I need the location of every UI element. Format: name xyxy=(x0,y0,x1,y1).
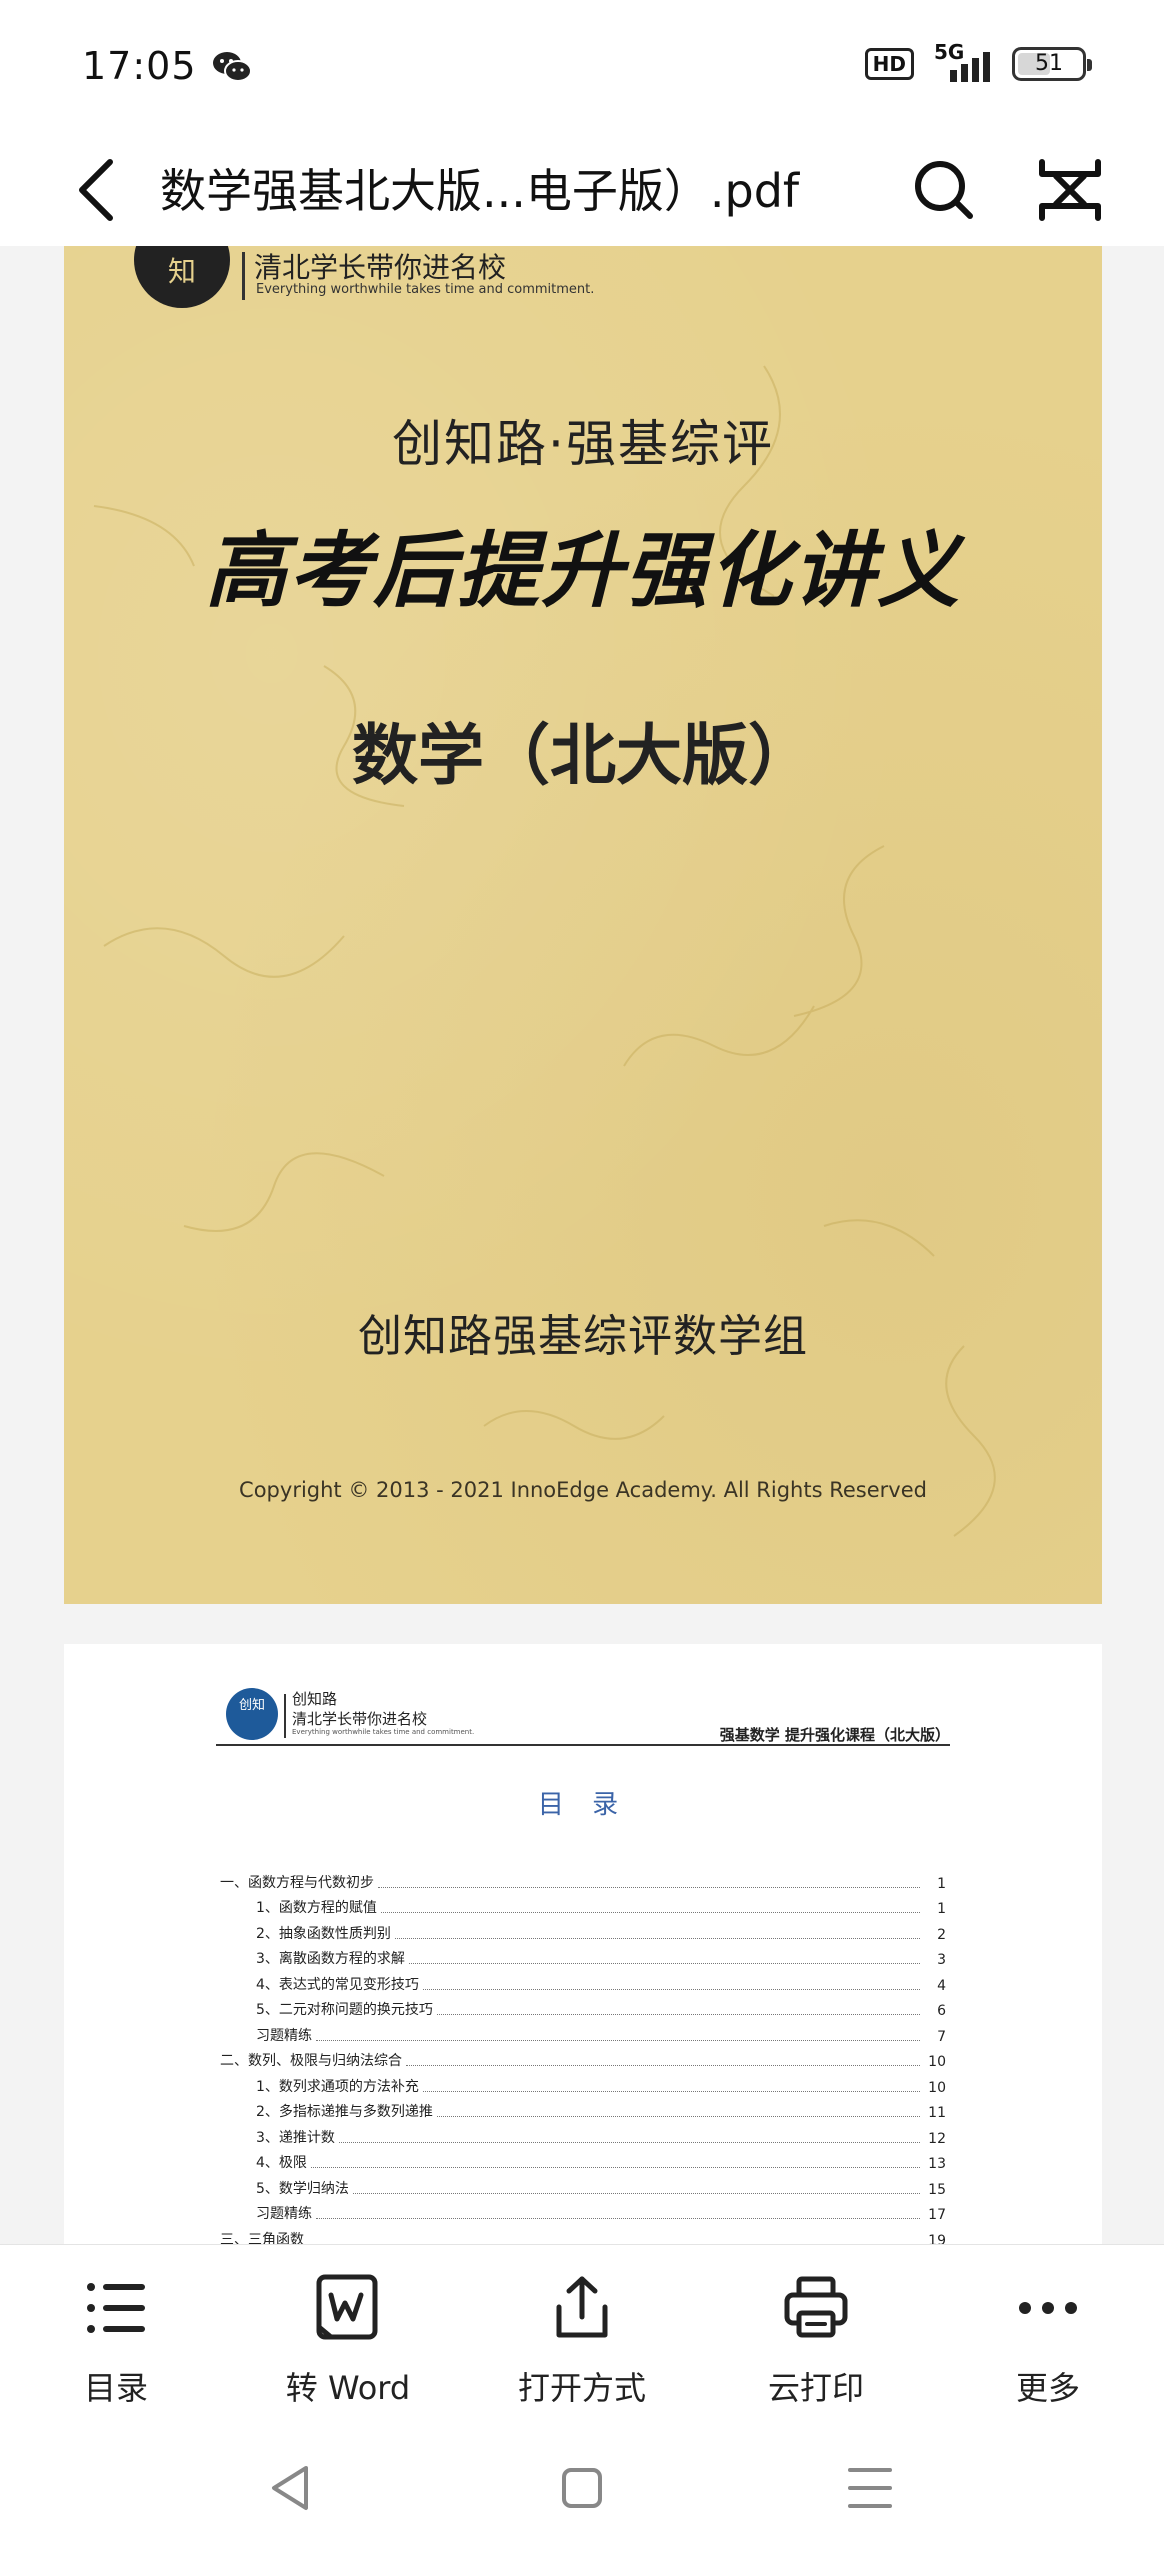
toc-item: 4、表达式的常见变形技巧 4 xyxy=(220,1968,946,1994)
toc-item-page: 1 xyxy=(937,1875,946,1892)
toc-item-page: 19 xyxy=(928,2232,946,2245)
bottom-toolbar: 目录 转 Word 打开方式 云打印 更多 xyxy=(0,2244,1164,2415)
wechat-icon xyxy=(213,52,252,82)
more-icon[interactable] xyxy=(1030,150,1110,230)
logo-icon: 创知 xyxy=(226,1688,278,1740)
title-bar: 数学强基北大版...电子版）.pdf xyxy=(0,136,1164,246)
search-icon[interactable] xyxy=(904,150,984,230)
toolbar-label: 打开方式 xyxy=(517,2369,646,2407)
cover-copyright: Copyright © 2013 - 2021 InnoEdge Academy… xyxy=(239,1478,927,1502)
toolbar-contents-button[interactable]: 目录 xyxy=(16,2273,216,2409)
toolbar-label: 目录 xyxy=(83,2369,148,2407)
status-bar: 17:05 HD 5G 51 xyxy=(0,0,1164,136)
toc-item: 习题精练 17 xyxy=(220,2198,946,2223)
toc-item-text: 4、极限 xyxy=(256,2155,307,2171)
toolbar-more-button[interactable]: 更多 xyxy=(948,2273,1148,2409)
toc-item-text: 二、数列、极限与归纳法综合 xyxy=(220,2053,402,2069)
pdf-viewer[interactable]: 知 清北学长带你进名校 Everything worthwhile takes … xyxy=(0,246,1164,2244)
toc-item: 二、数列、极限与归纳法综合 10 xyxy=(220,2045,946,2070)
share-icon xyxy=(556,2276,608,2338)
toc-item-text: 习题精练 xyxy=(256,2027,312,2044)
toc-item-text: 3、递推计数 xyxy=(256,2129,335,2146)
toc-item: 三、三角函数 19 xyxy=(220,2223,946,2244)
toc-item-text: 1、数列求通项的方法补充 xyxy=(256,2078,419,2095)
toc-item-page: 13 xyxy=(928,2156,946,2172)
more-dots-icon xyxy=(1019,2302,1077,2314)
nav-back-icon[interactable] xyxy=(262,2460,322,2516)
pdf-page-cover: 知 清北学长带你进名校 Everything worthwhile takes … xyxy=(64,246,1102,1604)
toc-item-text: 2、多指标递推与多数列递推 xyxy=(256,2104,433,2120)
toolbar-label: 更多 xyxy=(1015,2369,1080,2407)
toc-item: 5、二元对称问题的换元技巧 6 xyxy=(220,1994,946,2019)
toc-org-name: 创知路 xyxy=(292,1690,338,1708)
toc-item: 一、函数方程与代数初步 1 xyxy=(220,1866,946,1892)
toolbar-open-with-button[interactable]: 打开方式 xyxy=(482,2273,682,2409)
pdf-page-toc: 创知 创知路 清北学长带你进名校 Everything worthwhile t… xyxy=(64,1644,1102,2244)
status-time: 17:05 xyxy=(82,44,197,88)
document-title: 数学强基北大版...电子版）.pdf xyxy=(160,164,800,218)
toc-item: 4、极限 13 xyxy=(220,2147,946,2172)
battery-level: 51 xyxy=(1035,51,1063,76)
toc-item-page: 10 xyxy=(928,2054,946,2070)
toc-item: 2、抽象函数性质判别 2 xyxy=(220,1917,946,1943)
cover-slogan: 清北学长带你进名校 xyxy=(254,251,507,284)
toc-item-text: 1、函数方程的赋值 xyxy=(256,1900,377,1916)
word-convert-icon xyxy=(316,2274,378,2340)
toc-item: 3、离散函数方程的求解 3 xyxy=(220,1943,946,1968)
toc-item-text: 习题精练 xyxy=(256,2206,312,2222)
logo-char: 知 xyxy=(167,255,196,288)
toc-item-text: 5、数学归纳法 xyxy=(256,2180,349,2197)
toc-item-text: 4、表达式的常见变形技巧 xyxy=(256,1976,419,1993)
toc-item: 1、数列求通项的方法补充 10 xyxy=(220,2070,946,2096)
cover-subject: 数学（北大版） xyxy=(352,717,814,794)
toc-item-text: 2、抽象函数性质判别 xyxy=(256,1925,391,1942)
list-icon xyxy=(87,2283,145,2333)
toc-item-text: 5、二元对称问题的换元技巧 xyxy=(256,2002,433,2018)
toc-item-text: 三、三角函数 xyxy=(220,2231,304,2245)
toc-item-page: 10 xyxy=(928,2079,946,2096)
toc-item-page: 4 xyxy=(937,1977,946,1994)
toolbar-label: 云打印 xyxy=(767,2369,864,2407)
printer-icon xyxy=(784,2276,848,2338)
toc-slogan: 清北学长带你进名校 xyxy=(292,1710,428,1728)
toc-item: 习题精练 7 xyxy=(220,2019,946,2045)
system-nav-bar xyxy=(0,2414,1164,2560)
toc-item: 5、数学归纳法 15 xyxy=(220,2172,946,2198)
toc-item: 1、函数方程的赋值 1 xyxy=(220,1892,946,1917)
nav-menu-icon[interactable] xyxy=(840,2460,900,2516)
back-icon[interactable] xyxy=(68,150,128,230)
toc-course-name: 强基数学 提升强化课程（北大版） xyxy=(719,1726,950,1744)
toc-item-text: 一、函数方程与代数初步 xyxy=(220,1874,374,1891)
toc-list: 一、函数方程与代数初步 1 1、函数方程的赋值 1 2、抽象函数性质判别 2 3、离散函数方… xyxy=(220,1866,946,2244)
toc-item-page: 3 xyxy=(937,1952,946,1968)
cover-main-title: 高考后提升强化讲义 xyxy=(205,524,961,619)
toc-item-page: 11 xyxy=(928,2105,946,2121)
toolbar-word-button[interactable]: 转 Word xyxy=(248,2273,448,2409)
toc-item-page: 15 xyxy=(928,2181,946,2198)
toc-item-page: 17 xyxy=(928,2207,946,2223)
battery-icon: 51 xyxy=(1012,47,1092,81)
toc-slogan-en: Everything worthwhile takes time and com… xyxy=(292,1728,475,1736)
hd-icon: HD xyxy=(864,48,914,80)
toc-item-page: 12 xyxy=(928,2130,946,2147)
toolbar-cloud-print-button[interactable]: 云打印 xyxy=(716,2273,916,2409)
toc-item: 2、多指标递推与多数列递推 11 xyxy=(220,2096,946,2121)
signal-icon: 5G xyxy=(928,40,998,86)
cover-author-group: 创知路强基综评数学组 xyxy=(358,1311,808,1362)
toc-item-page: 1 xyxy=(937,1901,946,1917)
toolbar-label: 转 Word xyxy=(285,2369,411,2407)
logo-char: 创知 xyxy=(238,1698,265,1713)
cover-subtitle: 创知路·强基综评 xyxy=(392,415,774,473)
toc-item-text: 3、离散函数方程的求解 xyxy=(256,1951,405,1967)
cover-slogan-en: Everything worthwhile takes time and com… xyxy=(256,282,595,297)
toc-title: 目 录 xyxy=(537,1790,629,1820)
toc-item-page: 2 xyxy=(937,1926,946,1943)
toc-item-page: 7 xyxy=(937,2028,946,2045)
toc-item-page: 6 xyxy=(937,2003,946,2019)
nav-home-icon[interactable] xyxy=(552,2460,612,2516)
toc-item: 3、递推计数 12 xyxy=(220,2121,946,2147)
